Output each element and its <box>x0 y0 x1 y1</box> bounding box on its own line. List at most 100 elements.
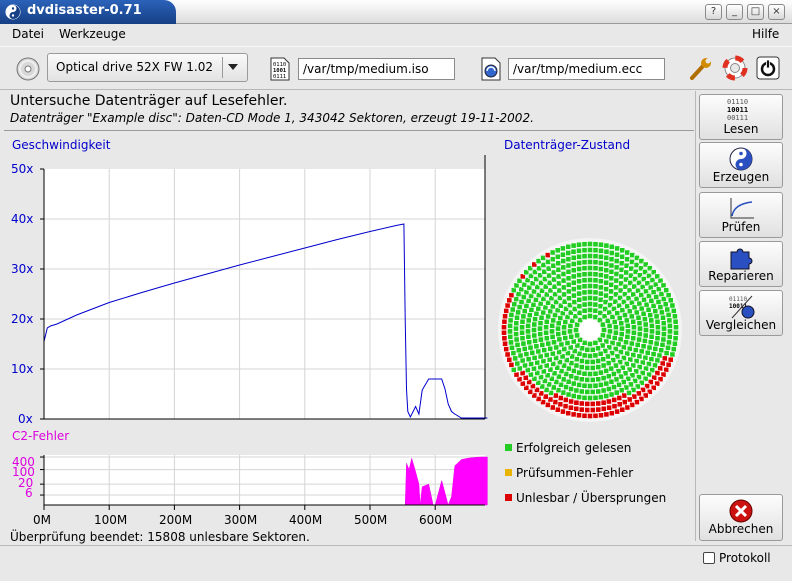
disc-sector <box>578 364 585 370</box>
disc-sector <box>561 324 567 331</box>
disc-sector <box>608 275 615 282</box>
disc-sector <box>570 368 577 374</box>
repair-button[interactable]: Reparieren <box>699 241 783 287</box>
disc-sector <box>625 328 631 335</box>
lifebuoy-icon[interactable] <box>722 55 748 81</box>
disc-sector <box>663 366 670 373</box>
disc-sector <box>519 357 526 364</box>
disc-sector <box>603 254 610 261</box>
disc-sector <box>624 322 631 329</box>
disc-sector <box>655 324 661 331</box>
disc-sector <box>611 403 618 410</box>
disc-sector <box>570 393 577 399</box>
disc-sector <box>616 315 623 321</box>
disc-sector <box>565 410 572 417</box>
disc-sector <box>592 259 599 266</box>
disc-sector <box>613 324 619 331</box>
disc-sector <box>598 412 604 419</box>
disc-sector <box>531 332 538 339</box>
disc-sector <box>581 394 588 401</box>
disc-sector <box>565 256 572 263</box>
compare-icon: 01110 10011 <box>729 295 755 319</box>
disc-sector <box>581 370 588 377</box>
disc-sector <box>578 388 585 395</box>
disc-sector <box>614 245 620 252</box>
verify-button-label: Prüfen <box>721 220 761 234</box>
close-window-button[interactable]: × <box>768 4 785 20</box>
disc-sector <box>666 334 673 340</box>
disc-sector <box>576 278 582 285</box>
compare-button[interactable]: 01110 10011 Vergleichen <box>699 290 783 336</box>
disc-sector <box>506 297 513 304</box>
disc-sector <box>565 288 572 295</box>
disc-sector <box>592 382 599 389</box>
disc-sector <box>600 321 606 328</box>
disc-sector <box>660 282 667 289</box>
disc-sector <box>653 340 660 347</box>
ecc-file-input[interactable]: /var/tmp/medium.ecc <box>508 58 665 80</box>
menu-help[interactable]: Hilfe <box>752 27 779 41</box>
disc-sector <box>653 294 660 300</box>
disc-sector <box>549 249 556 256</box>
disc-sector <box>626 390 632 396</box>
disc-sector <box>562 335 569 341</box>
disc-sector <box>592 271 599 278</box>
disc-sector <box>649 328 655 335</box>
disc-sector <box>578 400 585 407</box>
create-button[interactable]: Erzeugen <box>699 142 783 188</box>
verify-button[interactable]: Prüfen <box>699 192 783 238</box>
disc-sector <box>552 312 558 318</box>
disc-sector <box>559 408 566 415</box>
minimize-button[interactable]: _ <box>726 4 743 20</box>
disc-sector <box>576 394 582 400</box>
disc-sector <box>642 354 649 361</box>
disc-sector <box>501 324 507 331</box>
disc-sector <box>576 259 582 266</box>
disc-sector <box>584 365 591 371</box>
disc-sector <box>644 349 651 356</box>
disc-sector <box>630 335 637 342</box>
disc-sector <box>576 266 582 272</box>
disc-sector <box>520 340 527 347</box>
disc-sector <box>581 301 588 308</box>
disc-sector <box>600 375 607 381</box>
disc-sector <box>571 299 578 305</box>
disc-sector <box>568 373 575 380</box>
disc-sector <box>647 312 654 318</box>
disc-sector <box>557 315 564 321</box>
disc-sector <box>626 396 633 403</box>
disc-sector <box>616 381 622 388</box>
power-icon[interactable] <box>756 56 780 80</box>
abort-button-label: Abbrechen <box>708 522 774 536</box>
disc-sector <box>507 317 514 324</box>
read-button[interactable]: 01110 10011 00111 Lesen <box>699 94 783 140</box>
disc-sector <box>610 371 617 377</box>
disc-sector <box>578 406 585 413</box>
disc-sector <box>547 308 554 315</box>
disc-sector <box>640 343 647 350</box>
disc-sector <box>648 317 655 324</box>
log-button[interactable]: Protokoll <box>703 551 771 565</box>
disc-sector <box>655 299 662 305</box>
disc-sector <box>598 382 604 388</box>
maximize-button[interactable]: □ <box>747 4 764 20</box>
disc-sector <box>589 377 596 383</box>
disc-sector <box>514 314 520 321</box>
disc-sector <box>555 266 562 273</box>
disc-sector <box>560 258 567 264</box>
read-icon-line-1: 01110 <box>727 98 748 106</box>
disc-sector <box>573 375 580 381</box>
disc-sector <box>652 346 659 352</box>
disc-sector <box>565 243 572 250</box>
disc-sector <box>549 404 556 411</box>
disc-sector <box>665 344 671 351</box>
wrench-icon[interactable] <box>689 55 713 81</box>
abort-button[interactable]: Abbrechen <box>699 494 783 541</box>
help-window-button[interactable]: ? <box>705 4 722 20</box>
disc-sector <box>525 317 532 324</box>
disc-sector <box>664 306 671 313</box>
disc-sector <box>535 348 542 355</box>
disc-sector <box>654 335 661 342</box>
disc-sector <box>508 292 515 299</box>
log-icon <box>703 552 715 564</box>
